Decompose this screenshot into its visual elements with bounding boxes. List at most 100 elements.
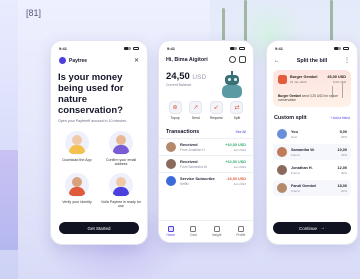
avatar [166,159,176,169]
phone-split-bill: 9:41 ← Split the bill ⋮ Burger Gembel 24… [266,40,358,245]
transaction-amount: -15,00 USD [226,176,246,181]
frame-label: [81] [26,8,42,18]
onboarding-steps: Download the App Confirm your email addr… [51,123,147,209]
notification-icon[interactable] [239,56,246,63]
table-row[interactable]: Received From Samantha W. +10,00 USD Jan… [159,155,253,172]
list-item[interactable]: You Host 5,00 20% [273,126,351,142]
transaction-values: +10,00 USD Jan 2023 [225,143,246,152]
nav-profile[interactable]: Profile [236,225,246,238]
status-indicators [334,47,349,50]
person-amount: 18,00 [337,183,347,188]
signal-icon [124,47,131,50]
add-friend-button[interactable]: + Add a friend [330,116,350,120]
step-label: Voilà Paytree is ready for use [101,199,141,209]
transaction-name: Received [180,159,198,164]
table-row[interactable]: Service Subscribe Netflix -15,00 USD Jan… [159,172,253,189]
avatar [277,183,287,193]
list-item[interactable]: Jonathan H. Friend 12,00 40% [273,162,351,178]
page-title: Split the bill [296,57,328,64]
action-request[interactable]: ↙ Request [206,101,226,120]
conservation-note: Burger Gembel send 0,25 USD for nature c… [278,94,346,102]
split-person: Jonathan H. Friend [287,166,337,175]
wind-turbine-icon [342,82,343,98]
transaction-details: Service Subscribe Netflix [176,176,226,186]
bill-info: Burger Gembel 24 Jan 2023 [287,75,327,84]
avatar [166,142,176,152]
see-all-link[interactable]: See All [235,130,246,134]
signal-icon [230,47,237,50]
bill-summary: Burger Gembel 24 Jan 2023 45,00 USD 5,00… [278,75,346,84]
person-id-illustration-icon [65,172,89,197]
profile-icon [237,225,244,232]
close-icon[interactable]: ✕ [134,57,139,64]
nav-label: Home [166,233,176,238]
balance-currency: USD [192,74,207,81]
transactions-header: Transactions See All [159,120,253,138]
transaction-details: Received From Jonathan H. [176,142,225,152]
phone-onboarding: 9:41 Paytree ✕ Is your money being used … [50,40,148,245]
avatar [166,176,176,186]
step-label: Verify your Identity [62,199,92,204]
home-header: Hi, Bima Aigitori [159,51,253,63]
transaction-date: Jan 2023 [233,164,246,169]
nav-insight[interactable]: Insight [212,225,221,237]
nav-label: Card [190,233,197,238]
battery-icon [133,47,139,50]
table-row[interactable]: Received From Jonathan H. +10,00 USD Jan… [159,138,253,155]
avatar [277,147,287,157]
avatar [277,165,287,175]
action-split[interactable]: ⇄ Split [227,101,247,120]
person-name: You [291,129,298,134]
home-icon [167,225,174,232]
brand-name: Paytree [69,57,88,64]
search-icon[interactable] [229,56,236,63]
bottom-nav: Home Card Insight Profile [159,220,253,242]
bill-amounts: 45,00 USD 5,00 USD [327,75,346,84]
topup-icon: ⊕ [168,101,182,114]
burger-icon [278,75,287,84]
split-share: 12,00 40% [337,166,347,175]
robot-mascot-icon [219,71,245,101]
arrow-right-icon: → [320,225,325,231]
balance-value: 24,50 [166,71,190,82]
phone-home-wallet: 9:41 Hi, Bima Aigitori 24,50 USD Current… [158,40,254,243]
step-label: Download the App [62,158,92,162]
request-icon: ↙ [209,101,223,114]
transaction-sub: From Samantha W. [180,165,208,169]
person-name: Samantha W. [291,147,315,152]
person-download-illustration-icon [65,131,89,155]
more-icon[interactable]: ⋮ [344,57,350,64]
onboarding-headline: Is your money being used for nature cons… [58,72,124,116]
action-topup[interactable]: ⊕ Topup [165,101,185,120]
onboarding-subtext: Open your Paytreeff account in 10 minute… [58,119,128,123]
person-amount: 10,00 [337,147,347,152]
bill-card: Burger Gembel 24 Jan 2023 45,00 USD 5,00… [273,70,351,107]
continue-button[interactable]: Continue → [273,222,351,234]
nav-home[interactable]: Home [166,225,176,238]
transaction-date: Jan 2023 [233,181,246,186]
list-item[interactable]: Fandi Gembel Friend 18,00 20% [273,180,351,196]
signal-icon [334,47,341,50]
nav-card[interactable]: Card [190,225,197,238]
person-amount: 5,00 [339,129,347,134]
card-icon [190,225,197,232]
list-item[interactable]: Samantha W. Friend 10,00 40% [273,144,351,160]
transaction-values: -15,00 USD Jan 2023 [226,177,246,186]
battery-icon [239,47,245,50]
split-person: Samantha W. Friend [287,148,337,157]
transaction-amount: +10,00 USD [225,159,246,164]
step-confirm-email: Confirm your email address [101,131,141,167]
back-arrow-icon[interactable]: ← [274,58,280,64]
get-started-button[interactable]: Get Started [59,222,139,234]
nav-label: Profile [236,233,246,238]
transaction-sub: Netflix [180,182,189,186]
transaction-name: Received [180,142,198,147]
transactions-title: Transactions [166,129,200,135]
bill-date: 24 Jan 2023 [290,80,307,84]
action-send[interactable]: ↗ Send [186,101,206,120]
person-role: Friend [291,170,300,175]
bill-amount: 45,00 USD [327,75,346,79]
bill-sub-amount: 5,00 USD [332,80,346,84]
split-share: 5,00 20% [340,130,347,139]
transaction-amount: +10,00 USD [225,142,246,147]
